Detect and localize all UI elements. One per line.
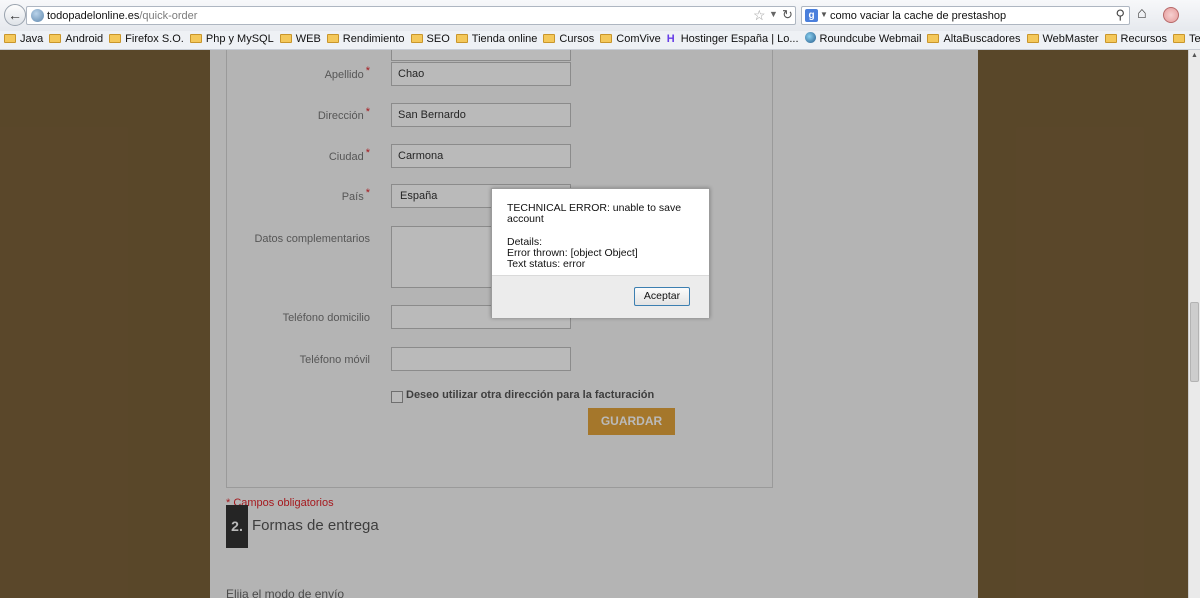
- bookmark-star-icon[interactable]: ☆: [753, 7, 766, 24]
- folder-icon: [49, 34, 62, 43]
- bookmark-label: WebMaster: [1042, 33, 1099, 45]
- folder-icon: [279, 34, 292, 43]
- vertical-scrollbar[interactable]: ▲: [1188, 50, 1200, 598]
- bookmark-label: WEB: [295, 33, 321, 45]
- folder-icon: [543, 34, 556, 43]
- folder-icon: [1173, 34, 1186, 43]
- globe-icon: [31, 9, 44, 22]
- folder-icon: [455, 34, 468, 43]
- dialog-body: TECHNICAL ERROR: unable to save account …: [492, 189, 709, 275]
- bookmark-label: Tecnicas: [1189, 33, 1200, 45]
- back-arrow-icon[interactable]: ←: [4, 4, 26, 26]
- folder-icon: [1104, 34, 1117, 43]
- hostinger-icon: H: [666, 33, 675, 45]
- bookmark-label: ComVive: [616, 33, 661, 45]
- folder-icon: [326, 34, 339, 43]
- bookmark-item[interactable]: Rendimiento: [326, 31, 405, 49]
- bookmark-item[interactable]: Java: [4, 31, 43, 49]
- modal-overlay[interactable]: [0, 50, 1188, 598]
- dialog-title: TECHNICAL ERROR: unable to save account: [507, 202, 682, 225]
- bookmark-label: Recursos: [1120, 33, 1168, 45]
- accept-button[interactable]: Aceptar: [634, 287, 690, 306]
- bookmark-item[interactable]: Recursos: [1104, 31, 1168, 49]
- roundcube-icon: [804, 32, 816, 43]
- bookmark-item[interactable]: AltaBuscadores: [927, 31, 1021, 49]
- bookmark-label: SEO: [426, 33, 450, 45]
- bookmark-item[interactable]: Tecnicas: [1173, 31, 1200, 49]
- search-input[interactable]: como vaciar la cache de prestashop: [830, 10, 1006, 22]
- folder-icon: [410, 34, 423, 43]
- bookmark-item[interactable]: ComVive: [600, 31, 661, 49]
- browser-toolbar: ← todopadelonline.es/quick-order ☆ ▼ ↻ g…: [0, 0, 1200, 32]
- folder-icon: [927, 34, 940, 43]
- bookmark-label: Firefox S.O.: [125, 33, 184, 45]
- url-text: todopadelonline.es/quick-order: [47, 10, 198, 22]
- folder-icon: [600, 34, 613, 43]
- bookmark-label: AltaBuscadores: [943, 33, 1021, 45]
- folder-icon: [4, 34, 16, 43]
- scroll-up-icon[interactable]: ▲: [1189, 52, 1200, 59]
- folder-icon: [109, 34, 122, 43]
- bookmark-label: Android: [65, 33, 104, 45]
- bookmark-item[interactable]: WEB: [279, 31, 321, 49]
- bookmark-item[interactable]: Php y MySQL: [189, 31, 274, 49]
- bookmark-label: Hostinger España | Lo...: [680, 33, 799, 45]
- bookmarks-bar: Java Android Firefox S.O. Php y MySQL WEB Ren…: [0, 31, 1200, 50]
- bookmark-label: Php y MySQL: [205, 33, 274, 45]
- dialog-footer: Aceptar: [492, 275, 709, 318]
- folder-icon: [1026, 34, 1039, 43]
- bookmark-label: Cursos: [559, 33, 595, 45]
- bookmark-label: Rendimiento: [342, 33, 405, 45]
- bookmark-item[interactable]: SEO: [410, 31, 450, 49]
- bookmark-item[interactable]: Tienda online: [455, 31, 538, 49]
- bookmark-item[interactable]: H Hostinger España | Lo...: [667, 31, 799, 49]
- scroll-thumb[interactable]: [1190, 302, 1199, 382]
- bookmark-item[interactable]: WebMaster: [1026, 31, 1099, 49]
- bookmark-label: Tienda online: [471, 33, 538, 45]
- home-icon[interactable]: ⌂: [1137, 5, 1147, 23]
- google-icon[interactable]: g: [805, 9, 818, 22]
- address-bar[interactable]: todopadelonline.es/quick-order ☆ ▼ ↻: [26, 6, 796, 25]
- bookmark-label: Roundcube Webmail: [819, 33, 922, 45]
- bookmark-item[interactable]: Firefox S.O.: [109, 31, 184, 49]
- folder-icon: [189, 34, 202, 43]
- bookmark-label: Java: [20, 33, 44, 45]
- error-dialog: TECHNICAL ERROR: unable to save account …: [491, 188, 710, 318]
- search-engine-dropdown-icon[interactable]: ▼: [820, 10, 828, 19]
- bookmark-item[interactable]: Android: [49, 31, 103, 49]
- search-icon[interactable]: ⚲: [1115, 7, 1125, 23]
- bookmark-item[interactable]: Cursos: [543, 31, 594, 49]
- search-bar[interactable]: g ▼ como vaciar la cache de prestashop ⚲: [801, 6, 1130, 25]
- dialog-text-status: Text status: error: [507, 258, 586, 270]
- addon-icon[interactable]: [1163, 7, 1179, 23]
- reload-icon[interactable]: ↻: [782, 7, 793, 23]
- bookmark-item[interactable]: Roundcube Webmail: [804, 31, 922, 49]
- url-dropdown-icon[interactable]: ▼: [769, 9, 778, 19]
